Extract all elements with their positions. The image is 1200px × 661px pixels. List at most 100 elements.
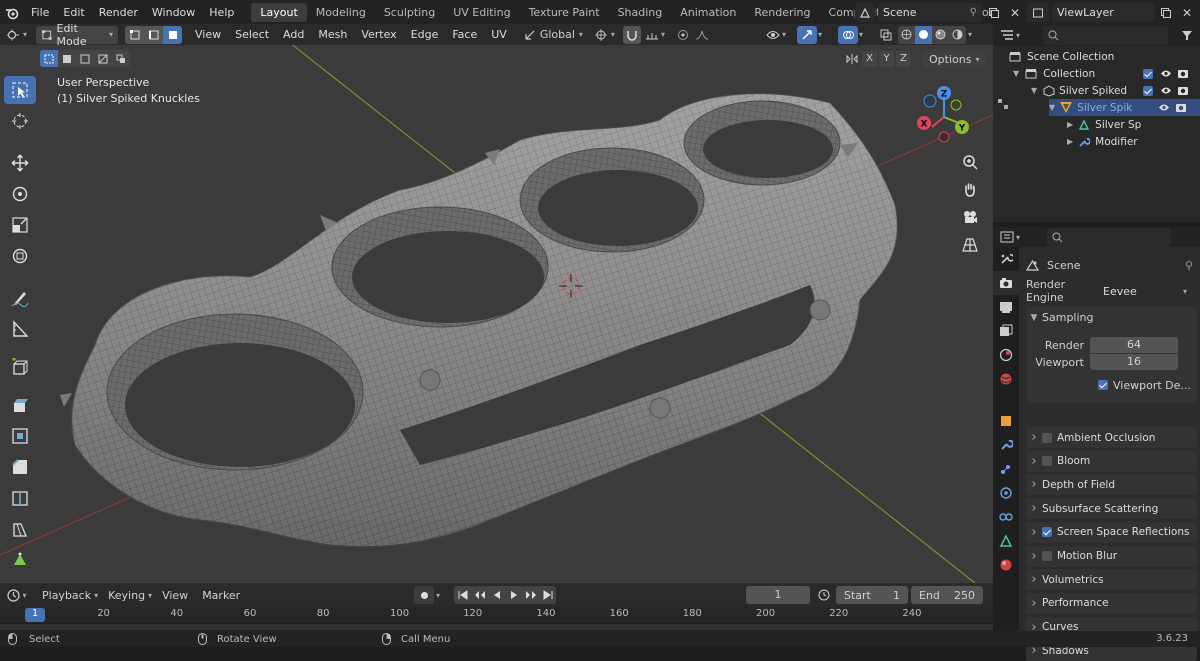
visibility-dropdown-icon[interactable]: ▾ <box>766 30 786 40</box>
rotate-tool[interactable] <box>4 180 36 208</box>
mode-dropdown[interactable]: Edit Mode ▾ <box>36 22 118 48</box>
current-frame-marker[interactable]: 1 <box>25 608 45 622</box>
material-tab-icon[interactable] <box>993 553 1019 577</box>
pin-icon[interactable]: ⚲ <box>1185 259 1193 272</box>
panel-motion-blur[interactable]: › Motion Blur <box>1026 545 1197 567</box>
modifier-tab-icon[interactable] <box>993 433 1019 457</box>
cursor-tool[interactable] <box>4 107 36 135</box>
tab-sculpting[interactable]: Sculpting <box>375 3 444 22</box>
menu-file[interactable]: File <box>24 6 56 19</box>
vp-menu-vertex[interactable]: Vertex <box>354 28 403 41</box>
material-shading-icon[interactable] <box>932 25 949 44</box>
panel-bloom[interactable]: › Bloom <box>1026 450 1197 472</box>
render-engine-dropdown[interactable]: Eevee ▾ <box>1098 282 1192 300</box>
current-frame-field[interactable]: 1 <box>746 586 810 604</box>
keying-menu[interactable]: Keying ▾ <box>108 589 152 602</box>
blender-logo-icon[interactable] <box>0 6 24 20</box>
new-view-layer-icon[interactable] <box>1157 4 1175 22</box>
tab-rendering[interactable]: Rendering <box>745 3 819 22</box>
navigation-gizmo[interactable]: Z X Y <box>912 85 976 149</box>
play-reverse-icon[interactable] <box>488 586 505 604</box>
measure-tool[interactable] <box>4 315 36 343</box>
preview-range-icon[interactable] <box>815 586 833 604</box>
proportional-edit-icon[interactable] <box>675 27 691 43</box>
editor-type-icon[interactable]: ▾ <box>0 29 34 41</box>
transform-orientation-dropdown[interactable]: Global ▾ <box>524 28 583 41</box>
panel-subsurface-scattering[interactable]: › Subsurface Scattering <box>1026 498 1197 520</box>
outliner-sync-icon[interactable] <box>997 98 1011 112</box>
camera-view-icon[interactable] <box>957 203 983 231</box>
pan-hand-icon[interactable] <box>957 175 983 203</box>
properties-editor-icon[interactable]: ▾ <box>993 231 1027 243</box>
pivot-icon[interactable]: ▾ <box>594 28 615 41</box>
poly-build-tool[interactable] <box>4 546 36 574</box>
object-tab-icon[interactable] <box>993 409 1019 433</box>
object-include-checkbox[interactable] <box>1143 85 1153 96</box>
panel-depth-of-field[interactable]: › Depth of Field <box>1026 474 1197 496</box>
physics-tab-icon[interactable] <box>993 481 1019 505</box>
delete-view-layer-icon[interactable]: ✕ <box>1178 4 1196 22</box>
face-select-icon[interactable] <box>163 25 182 44</box>
data-tab-icon[interactable] <box>993 529 1019 553</box>
inset-tool[interactable] <box>4 422 36 450</box>
frame-start-field[interactable]: Start 1 <box>836 586 908 604</box>
constraints-tab-icon[interactable] <box>993 505 1019 529</box>
vp-menu-edge[interactable]: Edge <box>404 28 446 41</box>
vp-menu-view[interactable]: View <box>188 28 228 41</box>
object-render-icon[interactable] <box>1177 85 1189 96</box>
tab-shading[interactable]: Shading <box>609 3 672 22</box>
panel-performance[interactable]: › Performance <box>1026 592 1197 614</box>
collection-include-checkbox[interactable] <box>1143 68 1153 79</box>
new-scene-icon[interactable] <box>985 4 1003 22</box>
timeline-ruler[interactable]: 1 20 40 60 80 100 120 140 160 180 200 220 240 <box>0 607 993 631</box>
snap-icon[interactable] <box>622 25 641 44</box>
menu-render[interactable]: Render <box>92 6 145 19</box>
extrude-tool[interactable] <box>4 391 36 419</box>
gizmo-toggle-icon[interactable] <box>797 25 817 44</box>
select-new-icon[interactable] <box>40 50 58 67</box>
3d-viewport[interactable]: User Perspective (1) Silver Spiked Knuck… <box>0 45 993 583</box>
timeline-view-menu[interactable]: View <box>162 589 188 602</box>
view-layer-tab-icon[interactable] <box>993 319 1019 343</box>
view-layer-icon[interactable] <box>1027 3 1049 22</box>
scene-icon[interactable] <box>855 3 875 22</box>
collection-visibility-eye-icon[interactable] <box>1160 69 1172 78</box>
jump-end-icon[interactable] <box>539 586 556 604</box>
perspective-toggle-icon[interactable] <box>957 231 983 259</box>
outliner-row-scene-collection[interactable]: Scene Collection <box>1009 48 1114 65</box>
playback-menu[interactable]: Playback ▾ <box>42 589 98 602</box>
render-samples-field[interactable]: 64 <box>1090 337 1178 353</box>
tab-animation[interactable]: Animation <box>671 3 745 22</box>
mirror-x-button[interactable]: X <box>862 51 877 67</box>
tool-tab-icon[interactable] <box>993 247 1019 271</box>
tab-uv-editing[interactable]: UV Editing <box>444 3 519 22</box>
knuckles-mesh[interactable] <box>60 93 898 548</box>
menu-window[interactable]: Window <box>145 6 202 19</box>
outliner-editor-icon[interactable]: ▾ <box>993 29 1027 41</box>
record-button[interactable] <box>414 586 434 604</box>
vp-menu-uv[interactable]: UV <box>484 28 514 41</box>
panel-enable-checkbox[interactable] <box>1042 456 1052 467</box>
outliner-row-mesh-data[interactable]: ▶ Silver Sp <box>1067 116 1141 133</box>
select-subtract-icon[interactable] <box>76 50 94 67</box>
solid-shading-icon[interactable] <box>915 25 932 44</box>
panel-enable-checkbox[interactable] <box>1042 527 1052 538</box>
snap-target-icon[interactable]: ▾ <box>645 29 665 41</box>
particles-tab-icon[interactable] <box>993 457 1019 481</box>
select-box-tool[interactable] <box>4 76 36 104</box>
vp-menu-add[interactable]: Add <box>276 28 311 41</box>
jump-keyframe-back-icon[interactable] <box>471 586 488 604</box>
mirror-y-button[interactable]: Y <box>879 51 894 67</box>
scene-field[interactable]: Scene ⚲ <box>878 3 982 22</box>
menu-edit[interactable]: Edit <box>56 6 91 19</box>
edge-select-icon[interactable] <box>144 25 163 44</box>
play-icon[interactable] <box>505 586 522 604</box>
overlays-toggle-icon[interactable] <box>838 25 858 44</box>
frame-end-field[interactable]: End 250 <box>911 586 983 604</box>
object-visibility-eye-icon[interactable] <box>1160 86 1172 95</box>
scene-tab-icon[interactable] <box>993 343 1019 367</box>
jump-start-icon[interactable] <box>454 586 471 604</box>
panel-enable-checkbox[interactable] <box>1042 551 1052 561</box>
annotate-tool[interactable] <box>4 284 36 312</box>
timeline-scrollbar[interactable] <box>0 624 993 630</box>
